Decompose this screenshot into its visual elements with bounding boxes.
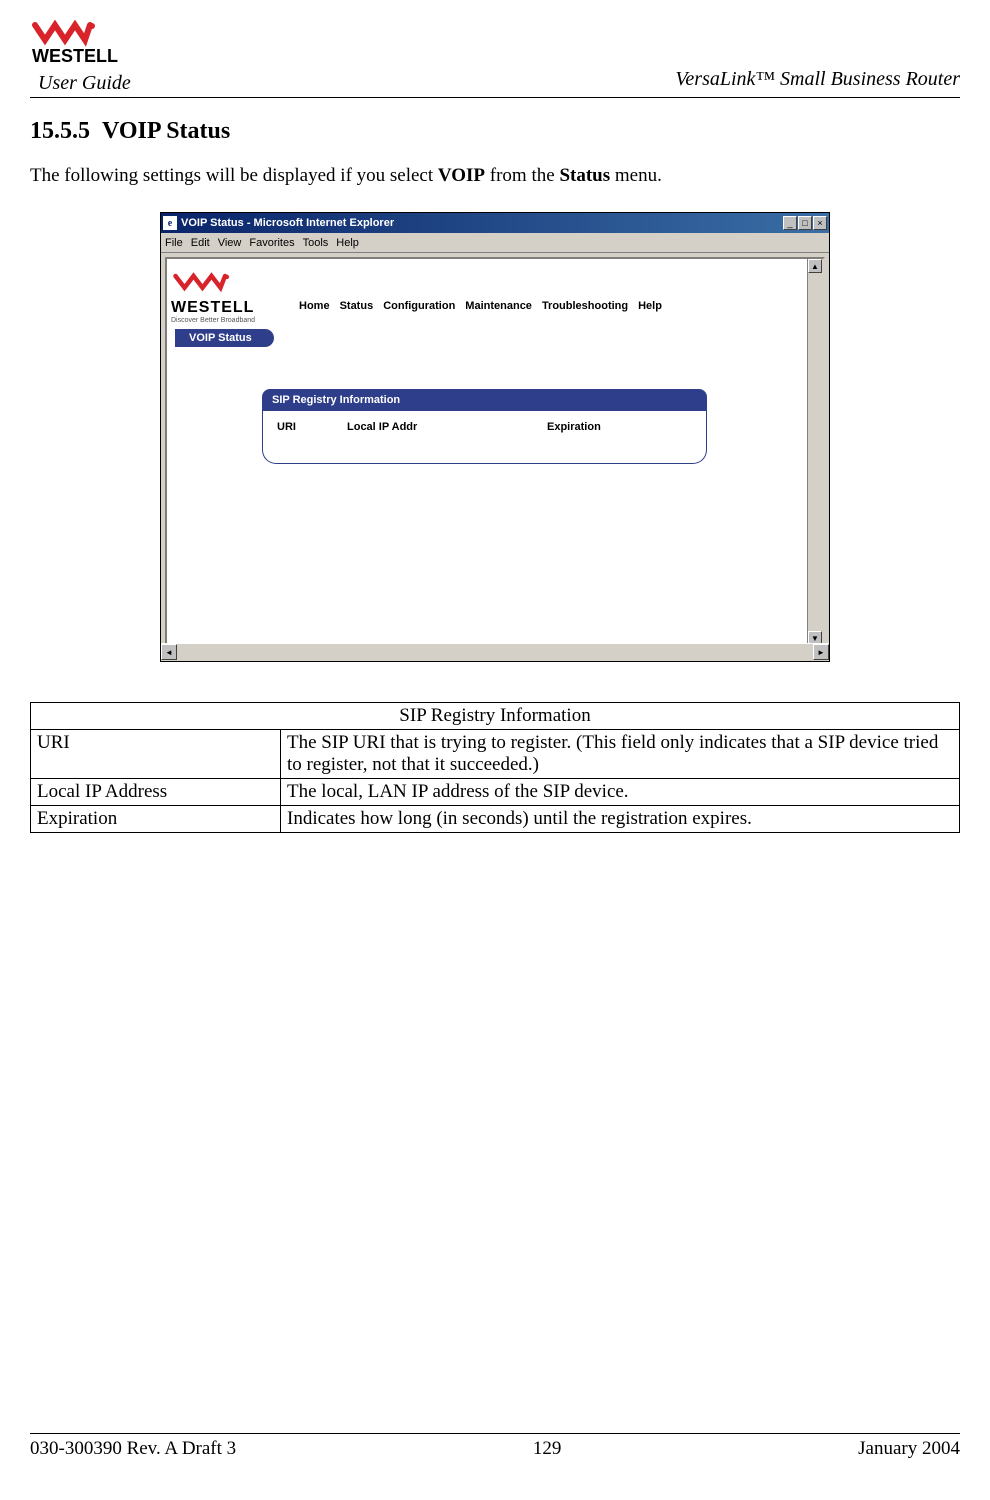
nav-configuration[interactable]: Configuration <box>383 300 455 312</box>
page-footer: 030-300390 Rev. A Draft 3 129 January 20… <box>30 1433 960 1460</box>
sip-col-uri: URI <box>277 421 317 433</box>
sip-col-expiration: Expiration <box>547 421 692 433</box>
footer-revision: 030-300390 Rev. A Draft 3 <box>30 1438 236 1460</box>
vertical-scrollbar[interactable]: ▲ ▼ <box>807 259 823 645</box>
nav-home[interactable]: Home <box>299 300 330 312</box>
table-header-row: SIP Registry Information <box>31 703 960 730</box>
westell-swoosh-icon <box>171 271 261 299</box>
ie-title-left: e VOIP Status - Microsoft Internet Explo… <box>163 216 394 230</box>
minimize-button[interactable]: _ <box>783 216 797 230</box>
svg-text:WESTELL: WESTELL <box>32 46 118 66</box>
browser-screenshot: e VOIP Status - Microsoft Internet Explo… <box>160 212 830 662</box>
table-row: Expiration Indicates how long (in second… <box>31 806 960 833</box>
sip-panel-header: SIP Registry Information <box>262 389 707 411</box>
tab-voip-status[interactable]: VOIP Status <box>175 329 274 347</box>
scroll-up-button[interactable]: ▲ <box>808 259 822 273</box>
section-number: 15.5.5 <box>30 118 90 144</box>
menu-help[interactable]: Help <box>336 237 359 249</box>
close-button[interactable]: × <box>813 216 827 230</box>
page-header: WESTELL User Guide VersaLink™ Small Busi… <box>30 20 960 98</box>
ie-menubar: File Edit View Favorites Tools Help <box>161 233 829 253</box>
menu-favorites[interactable]: Favorites <box>249 237 294 249</box>
product-name: VersaLink™ Small Business Router <box>675 68 960 91</box>
nav-menu: Home Status Configuration Maintenance Tr… <box>299 300 662 312</box>
table-row: URI The SIP URI that is trying to regist… <box>31 730 960 779</box>
menu-tools[interactable]: Tools <box>303 237 329 249</box>
footer-date: January 2004 <box>858 1438 960 1460</box>
ie-page-icon: e <box>163 216 177 230</box>
maximize-button[interactable]: □ <box>798 216 812 230</box>
table-label-uri: URI <box>31 730 281 779</box>
section-title: VOIP Status <box>102 118 230 144</box>
menu-file[interactable]: File <box>165 237 183 249</box>
window-controls: _ □ × <box>783 216 827 230</box>
westell-logo-icon: WESTELL <box>30 20 130 70</box>
scroll-left-button[interactable]: ◄ <box>161 644 177 660</box>
screenshot-wrap: e VOIP Status - Microsoft Internet Explo… <box>30 212 960 662</box>
app-tagline: Discover Better Broadband <box>171 317 281 324</box>
menu-edit[interactable]: Edit <box>191 237 210 249</box>
section-heading: 15.5.5 VOIP Status <box>30 118 960 145</box>
user-guide-label: User Guide <box>38 72 131 95</box>
sip-panel-body: URI Local IP Addr Expiration <box>262 411 707 464</box>
nav-troubleshooting[interactable]: Troubleshooting <box>542 300 628 312</box>
table-label-local-ip: Local IP Address <box>31 779 281 806</box>
scroll-right-button[interactable]: ► <box>813 644 829 660</box>
sip-registry-panel: SIP Registry Information URI Local IP Ad… <box>262 389 707 464</box>
table-desc-local-ip: The local, LAN IP address of the SIP dev… <box>281 779 960 806</box>
sip-info-table: SIP Registry Information URI The SIP URI… <box>30 702 960 833</box>
table-desc-expiration: Indicates how long (in seconds) until th… <box>281 806 960 833</box>
ie-statusbar: ◄ ► <box>161 643 829 661</box>
table-desc-uri: The SIP URI that is trying to register. … <box>281 730 960 779</box>
nav-maintenance[interactable]: Maintenance <box>465 300 532 312</box>
logo-area: WESTELL User Guide <box>30 20 131 95</box>
ie-titlebar: e VOIP Status - Microsoft Internet Explo… <box>161 213 829 233</box>
menu-view[interactable]: View <box>218 237 242 249</box>
intro-text: The following settings will be displayed… <box>30 165 960 187</box>
app-header: WESTELL Discover Better Broadband Home S… <box>167 259 823 327</box>
table-label-expiration: Expiration <box>31 806 281 833</box>
footer-page-number: 129 <box>533 1438 562 1460</box>
app-logo-text: WESTELL <box>171 299 281 317</box>
sip-col-local-ip: Local IP Addr <box>347 421 517 433</box>
nav-status[interactable]: Status <box>340 300 374 312</box>
nav-help[interactable]: Help <box>638 300 662 312</box>
table-row: Local IP Address The local, LAN IP addre… <box>31 779 960 806</box>
browser-content: WESTELL Discover Better Broadband Home S… <box>165 257 825 647</box>
westell-logo-small: WESTELL Discover Better Broadband <box>171 267 281 327</box>
table-header: SIP Registry Information <box>31 703 960 730</box>
ie-window-title: VOIP Status - Microsoft Internet Explore… <box>181 217 394 229</box>
